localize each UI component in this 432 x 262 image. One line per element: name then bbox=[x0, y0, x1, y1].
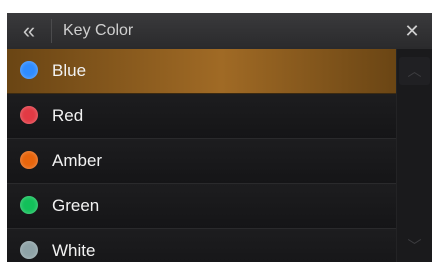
scroll-up-button[interactable]: ︿ bbox=[399, 57, 430, 85]
color-item-blue[interactable]: Blue bbox=[7, 49, 397, 94]
color-dot-icon bbox=[20, 196, 38, 214]
scroll-down-button[interactable]: ﹀ bbox=[399, 232, 430, 260]
color-dot-icon bbox=[20, 151, 38, 169]
color-dot-icon bbox=[20, 61, 38, 79]
color-item-label: Amber bbox=[52, 151, 103, 170]
double-chevron-left-icon: « bbox=[22, 18, 36, 43]
chevron-up-icon: ︿ bbox=[407, 63, 422, 79]
color-item-label: White bbox=[52, 241, 96, 260]
color-item-green[interactable]: Green bbox=[7, 184, 397, 229]
key-color-screen: « Key Color ✕ Blue Red Amber Green White bbox=[7, 13, 432, 262]
color-item-label: Green bbox=[52, 196, 100, 215]
color-item-red[interactable]: Red bbox=[7, 94, 397, 139]
color-item-label: Blue bbox=[52, 61, 87, 80]
back-button[interactable]: « bbox=[7, 13, 51, 49]
page-title: Key Color bbox=[63, 22, 134, 39]
title-bar: « Key Color ✕ bbox=[7, 13, 432, 50]
color-dot-icon bbox=[20, 241, 38, 259]
color-item-label: Red bbox=[52, 106, 84, 125]
divider bbox=[51, 19, 52, 43]
close-icon: ✕ bbox=[404, 20, 420, 41]
close-button[interactable]: ✕ bbox=[392, 13, 432, 49]
chevron-down-icon: ﹀ bbox=[407, 238, 422, 254]
scrollbar[interactable]: ︿ ﹀ bbox=[396, 49, 432, 262]
color-item-white[interactable]: White bbox=[7, 229, 397, 262]
color-list: Blue Red Amber Green White bbox=[7, 49, 397, 262]
color-item-amber[interactable]: Amber bbox=[7, 139, 397, 184]
color-dot-icon bbox=[20, 106, 38, 124]
